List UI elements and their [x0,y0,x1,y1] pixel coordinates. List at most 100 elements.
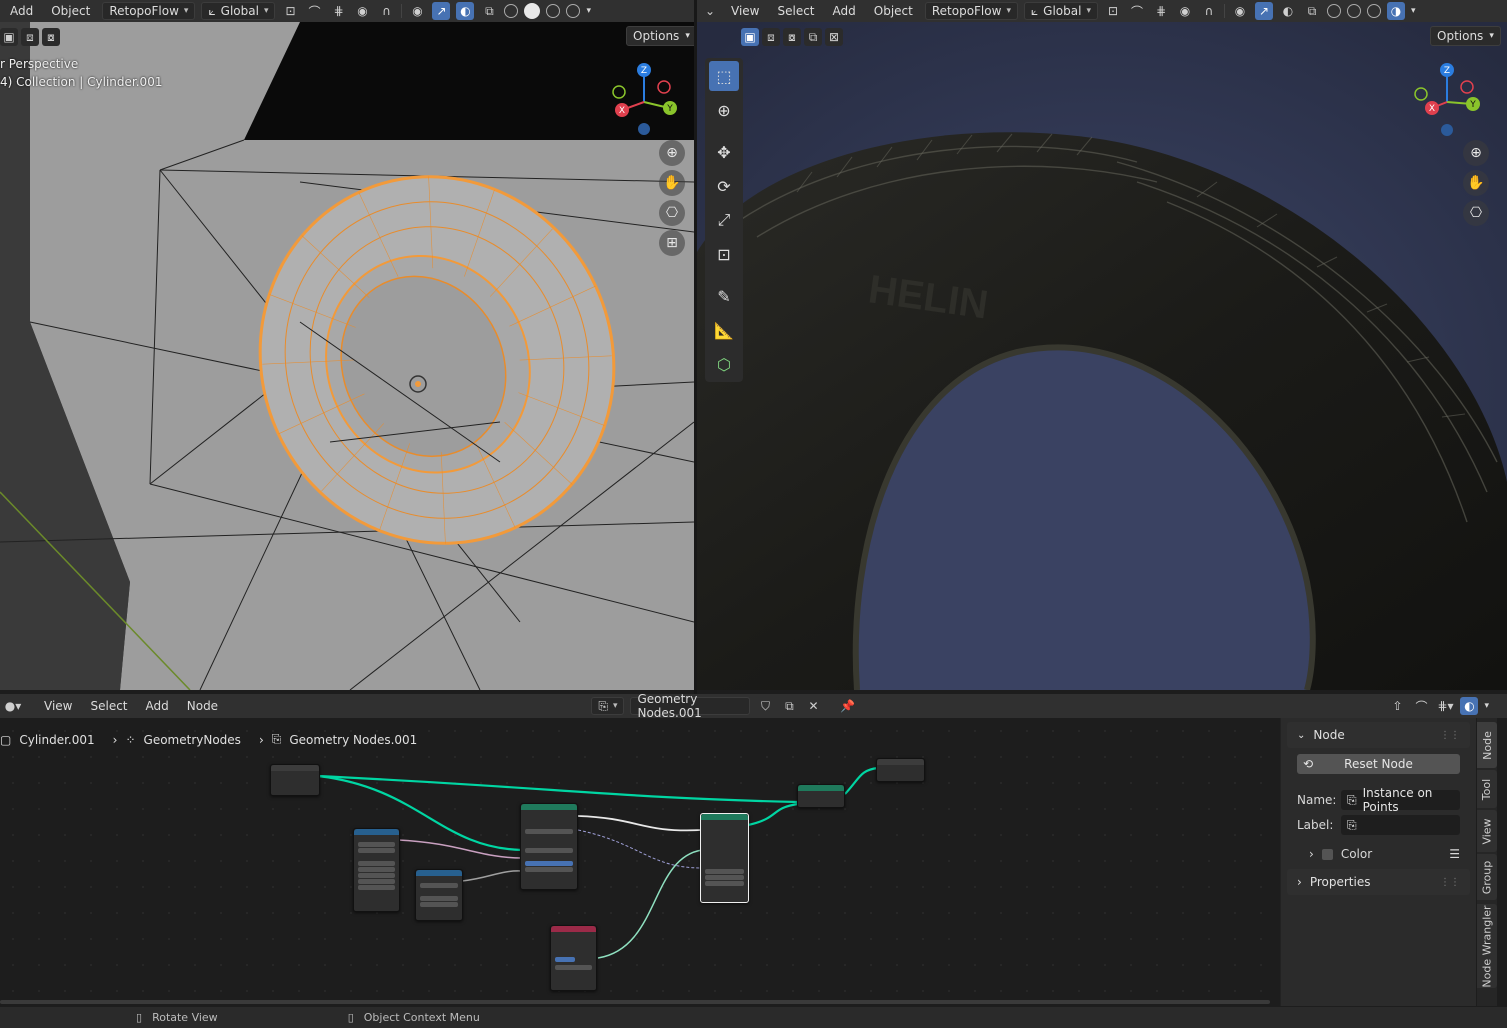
select-subtract-icon[interactable]: ⧇ [783,28,801,46]
node-group-input[interactable] [270,764,320,796]
material-shading-icon[interactable] [546,4,561,18]
node-field[interactable] [555,965,592,970]
menu-view[interactable]: View [38,697,78,715]
overlay-toggle-icon[interactable]: ◐ [456,2,475,20]
chevron-down-icon[interactable]: ▾ [1411,6,1416,16]
node-math[interactable] [415,869,463,921]
xray-icon[interactable]: ⧉ [480,2,498,20]
node-field[interactable] [705,875,744,880]
visibility-icon[interactable]: ◉ [1231,2,1249,20]
annotate-tool-icon[interactable]: ✎ [709,281,739,311]
proportional-edit-icon[interactable]: ◉ [353,2,371,20]
solid-shading-icon[interactable] [1346,4,1361,18]
tab-node-wrangler[interactable]: Node Wrangler [1477,904,1497,988]
proportional-edit-icon[interactable]: ◉ [1176,2,1194,20]
node-field[interactable] [358,867,395,872]
options-dropdown[interactable]: Options ▾ [1430,26,1501,46]
solid-shading-icon[interactable] [524,3,541,19]
node-field[interactable] [358,879,395,884]
node-field[interactable] [420,883,458,888]
editor-type-icon[interactable]: ●▾ [4,697,22,715]
snap-icon[interactable]: ⌒ [1128,2,1146,20]
camera-icon[interactable]: ⎔ [1463,200,1489,226]
pin-icon[interactable]: 📌 [838,697,856,715]
node-field[interactable] [525,861,573,866]
node-instance-on-points[interactable] [700,813,749,903]
rendered-shading-icon[interactable]: ◑ [1386,2,1405,20]
camera-icon[interactable]: ⎔ [659,200,685,226]
snap-target-icon[interactable]: ⋕ [1152,2,1170,20]
menu-select[interactable]: Select [84,697,133,715]
cursor-tool-icon[interactable]: ⊕ [709,95,739,125]
menu-add[interactable]: Add [4,2,39,20]
right-3d-viewport[interactable]: HELIN ▣ ⧈ ⧇ ⧉ ⊠ Options ▾ ⬚ ⊕ ✥ ⟳ ⤢ ⊡ ✎ 📐… [697,22,1507,690]
node-field[interactable] [420,902,458,907]
select-intersect-icon[interactable]: ⊠ [825,28,843,46]
node-field[interactable] [705,869,744,874]
node-label-field[interactable]: ⎘ [1341,815,1460,835]
menu-object[interactable]: Object [868,2,919,20]
node-field[interactable] [358,848,395,853]
zoom-icon[interactable]: ⊕ [659,140,685,166]
node-field[interactable] [525,829,573,834]
rendered-shading-icon[interactable] [566,4,581,18]
overlay-toggle-icon[interactable]: ◐ [1460,697,1479,715]
transform-tool-icon[interactable]: ⊡ [709,239,739,269]
reset-node-button[interactable]: ⟲ Reset Node [1297,754,1460,774]
gizmo-toggle-icon[interactable]: ↗ [432,2,451,20]
measure-tool-icon[interactable]: 📐 [709,315,739,345]
select-box-icon[interactable]: ▣ [0,28,18,46]
menu-node[interactable]: Node [181,697,224,715]
select-extend-icon[interactable]: ⧈ [21,28,39,46]
pivot-point-icon[interactable]: ⊡ [1104,2,1122,20]
falloff-icon[interactable]: ∩ [1200,2,1218,20]
node-tree-name-field[interactable]: Geometry Nodes.001 [630,692,751,720]
navigation-gizmo[interactable]: Z Y X [1407,62,1487,142]
node-join-geometry[interactable] [797,784,845,808]
wireframe-shading-icon[interactable] [504,4,519,18]
menu-view[interactable]: View [725,2,765,20]
node-map-range[interactable] [353,828,400,912]
drag-handle-icon[interactable]: ⋮⋮ [1440,730,1460,741]
node-field[interactable] [525,867,573,872]
select-subtract-icon[interactable]: ⧇ [42,28,60,46]
tab-tool[interactable]: Tool [1477,770,1497,808]
fake-user-shield-icon[interactable]: ⛉ [756,697,774,715]
retopoflow-dropdown[interactable]: RetopoFlow ▾ [102,2,196,20]
menu-add[interactable]: Add [827,2,862,20]
scale-tool-icon[interactable]: ⤢ [709,205,739,235]
snap-target-icon[interactable]: ⋕ [329,2,347,20]
pan-hand-icon[interactable]: ✋ [1463,170,1489,196]
visibility-icon[interactable]: ◉ [408,2,426,20]
transform-orientation-dropdown[interactable]: ⟀ Global ▾ [1023,2,1098,20]
menu-add[interactable]: Add [140,697,175,715]
falloff-icon[interactable]: ∩ [377,2,395,20]
duplicate-icon[interactable]: ⧉ [780,697,798,715]
tab-node[interactable]: Node [1477,722,1497,768]
node-panel-header[interactable]: ⌄ Node ⋮⋮ [1287,722,1470,748]
list-menu-icon[interactable]: ☰ [1449,847,1460,861]
grid-perspective-icon[interactable]: ⊞ [659,230,685,256]
horizontal-scrollbar[interactable] [0,1000,1270,1004]
tab-view[interactable]: View [1477,810,1497,852]
move-tool-icon[interactable]: ✥ [709,137,739,167]
editor-type-icon[interactable]: ⌄ [701,2,719,20]
chevron-down-icon[interactable]: ▾ [586,6,591,16]
rotate-tool-icon[interactable]: ⟳ [709,171,739,201]
select-box-icon[interactable]: ▣ [741,28,759,46]
node-field[interactable] [420,896,458,901]
node-field[interactable] [555,957,575,962]
transform-orientation-dropdown[interactable]: ⟀ Global ▾ [201,2,276,20]
properties-panel-header[interactable]: › Properties ⋮⋮ [1287,869,1470,895]
options-dropdown[interactable]: Options ▾ [626,26,694,46]
menu-object[interactable]: Object [45,2,96,20]
menu-select[interactable]: Select [771,2,820,20]
node-name-field[interactable]: ⎘ Instance on Points [1341,786,1460,814]
add-cube-tool-icon[interactable]: ⬡ [709,349,739,379]
navigation-gizmo[interactable]: Z Y X [604,62,684,142]
tab-group[interactable]: Group [1477,854,1497,900]
node-distribute-points-on-faces[interactable] [520,803,578,890]
drag-handle-icon[interactable]: ⋮⋮ [1440,877,1460,888]
select-invert-icon[interactable]: ⧉ [804,28,822,46]
select-tool-icon[interactable]: ⬚ [709,61,739,91]
